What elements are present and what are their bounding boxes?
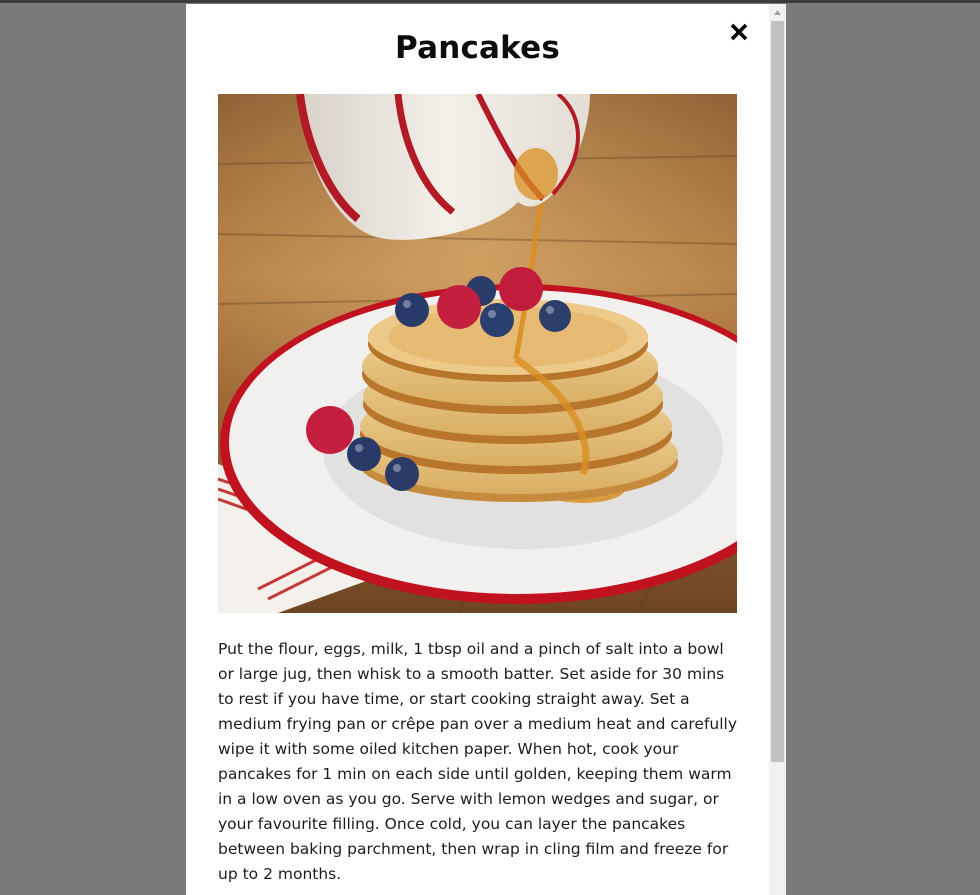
caret-up-icon	[774, 10, 781, 15]
close-icon	[730, 23, 748, 41]
recipe-image	[218, 94, 737, 613]
scrollbar[interactable]	[769, 4, 786, 895]
modal-title: Pancakes	[394, 30, 561, 66]
recipe-modal: Pancakes Put the flour, eggs, milk, 1 tb…	[186, 4, 769, 895]
close-button[interactable]	[725, 18, 753, 46]
top-border	[0, 0, 980, 3]
recipe-description: Put the flour, eggs, milk, 1 tbsp oil an…	[218, 640, 738, 883]
scroll-up-button[interactable]	[769, 4, 786, 21]
scrollbar-thumb[interactable]	[771, 21, 784, 762]
